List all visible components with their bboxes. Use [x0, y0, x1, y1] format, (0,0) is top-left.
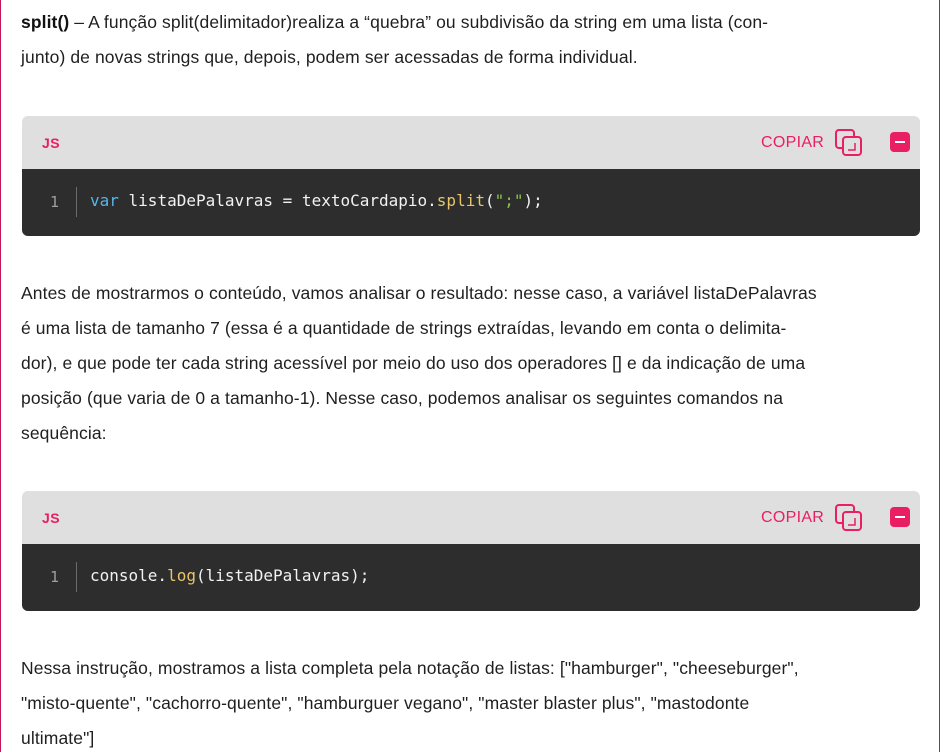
copy-button-label: COPIAR — [761, 134, 825, 151]
copy-icon — [835, 129, 863, 156]
copy-button[interactable]: COPIAR — [761, 502, 864, 534]
paragraph-line: "misto-quente", "cachorro-quente", "hamb… — [21, 693, 750, 713]
code-block: JS COPIAR 1 console.log(listaDePalavras)… — [22, 491, 920, 611]
copy-button-label: COPIAR — [761, 509, 825, 526]
code-line: var listaDePalavras = textoCardapio.spli… — [90, 191, 543, 210]
code-block-header: JS COPIAR — [22, 491, 920, 544]
code-token-function: log — [167, 566, 196, 585]
code-block-body: 1 var listaDePalavras = textoCardapio.sp… — [22, 169, 920, 236]
line-number: 1 — [50, 193, 60, 211]
code-token-string: ";" — [494, 191, 524, 210]
paragraph-text: – A função split(delimitador)realiza a “… — [69, 12, 769, 32]
copy-icon — [835, 504, 863, 531]
collapse-button[interactable] — [890, 132, 910, 152]
code-line: console.log(listaDePalavras); — [90, 566, 369, 585]
split-keyword: split() — [21, 12, 70, 32]
paragraph-line: sequência: — [21, 423, 107, 443]
code-token-text: ( — [484, 191, 495, 210]
code-token-function: split — [436, 191, 485, 210]
paragraph-line: Nessa instrução, mostramos a lista compl… — [21, 658, 799, 678]
code-block-header: JS COPIAR — [22, 116, 920, 169]
minus-icon — [895, 141, 905, 143]
line-number: 1 — [50, 568, 60, 586]
code-block-body: 1 console.log(listaDePalavras); — [22, 544, 920, 611]
code-gutter-divider — [76, 187, 77, 217]
code-token-keyword: var — [90, 191, 119, 210]
collapse-button[interactable] — [890, 507, 910, 527]
paragraph-line: Antes de mostrarmos o conteúdo, vamos an… — [21, 283, 817, 303]
paragraph-result: Nessa instrução, mostramos a lista compl… — [21, 651, 921, 756]
paragraph-line: posição (que varia de 0 a tamanho-1). Ne… — [21, 388, 784, 408]
code-language-label: JS — [42, 510, 61, 526]
paragraph-line: ultimate"] — [21, 728, 95, 748]
code-token-text: listaDePalavras = textoCardapio. — [118, 191, 437, 210]
code-token-text: console. — [90, 566, 168, 585]
minus-icon — [895, 516, 905, 518]
paragraph-line: junto) de novas strings que, depois, pod… — [21, 47, 638, 67]
paragraph-split-description: split() – A função split(delimitador)rea… — [21, 5, 921, 75]
code-gutter-divider — [76, 562, 77, 592]
code-block: JS COPIAR 1 var listaDePalavras = textoC… — [22, 116, 920, 236]
paragraph-line: dor), e que pode ter cada string acessív… — [21, 353, 806, 373]
paragraph-analysis: Antes de mostrarmos o conteúdo, vamos an… — [21, 276, 921, 451]
paragraph-line: é uma lista de tamanho 7 (essa é a quant… — [21, 318, 787, 338]
code-token-text: ); — [523, 191, 543, 210]
paragraph-line: split() – A função split(delimitador)rea… — [21, 5, 921, 40]
copy-button[interactable]: COPIAR — [761, 127, 864, 159]
code-language-label: JS — [42, 135, 61, 151]
code-token-text: (listaDePalavras); — [195, 566, 370, 585]
